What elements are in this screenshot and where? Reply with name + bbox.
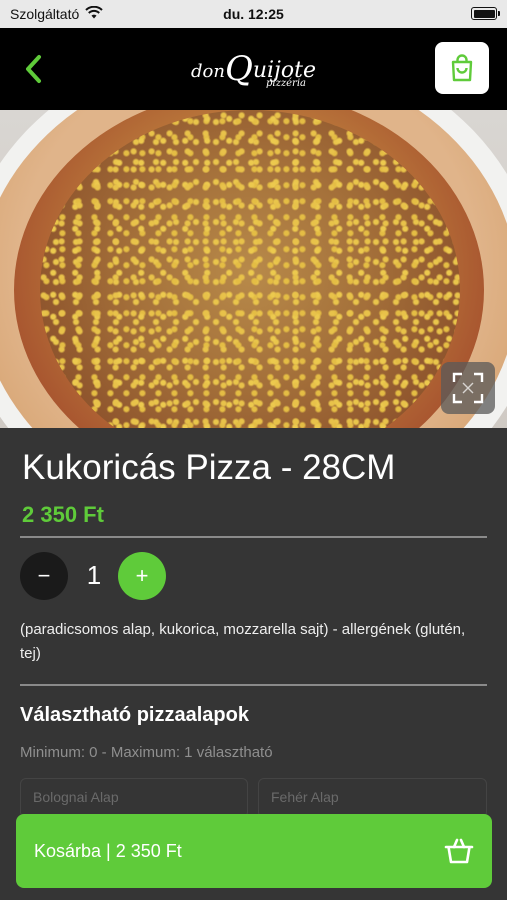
option-white-base[interactable]: Fehér Alap bbox=[258, 778, 487, 818]
add-to-cart-label: Kosárba | 2 350 Ft bbox=[34, 840, 182, 861]
options-title: Választható pizzaalapok bbox=[20, 704, 249, 726]
battery-icon bbox=[471, 7, 500, 20]
decrease-quantity-button[interactable]: − bbox=[20, 552, 68, 600]
options-subtitle: Minimum: 0 - Maximum: 1 választható bbox=[20, 744, 273, 761]
shopping-bag-icon bbox=[451, 54, 473, 82]
back-button[interactable] bbox=[18, 52, 48, 86]
option-label: Fehér Alap bbox=[271, 789, 339, 805]
product-description: (paradicsomos alap, kukorica, mozzarella… bbox=[20, 621, 466, 662]
logo-subtitle: pizzéria bbox=[266, 78, 306, 89]
expand-image-button[interactable] bbox=[441, 362, 495, 414]
product-image bbox=[0, 110, 507, 428]
shopping-bag-button[interactable] bbox=[435, 42, 489, 94]
status-left: Szolgáltató bbox=[10, 5, 190, 22]
option-bolognese-base[interactable]: Bolognai Alap bbox=[20, 778, 248, 818]
product-title: Kukoricás Pizza - 28CM bbox=[22, 448, 396, 487]
fullscreen-icon bbox=[452, 372, 484, 404]
increase-quantity-button[interactable]: + bbox=[118, 552, 166, 600]
wifi-icon bbox=[85, 5, 103, 22]
product-price: 2 350 Ft bbox=[22, 502, 104, 527]
add-to-cart-button[interactable]: Kosárba | 2 350 Ft bbox=[16, 814, 492, 888]
quantity-value: 1 bbox=[86, 560, 102, 590]
chevron-left-icon bbox=[26, 55, 41, 83]
app-header: don Q uijote pizzéria bbox=[0, 28, 507, 110]
divider bbox=[20, 684, 487, 686]
status-bar: Szolgáltató du. 12:25 bbox=[0, 0, 507, 28]
basket-icon bbox=[444, 838, 474, 864]
divider bbox=[20, 536, 487, 538]
carrier-label: Szolgáltató bbox=[10, 6, 80, 22]
option-label: Bolognai Alap bbox=[33, 789, 119, 805]
logo-q: Q bbox=[224, 49, 253, 89]
logo-don: don bbox=[191, 61, 225, 82]
